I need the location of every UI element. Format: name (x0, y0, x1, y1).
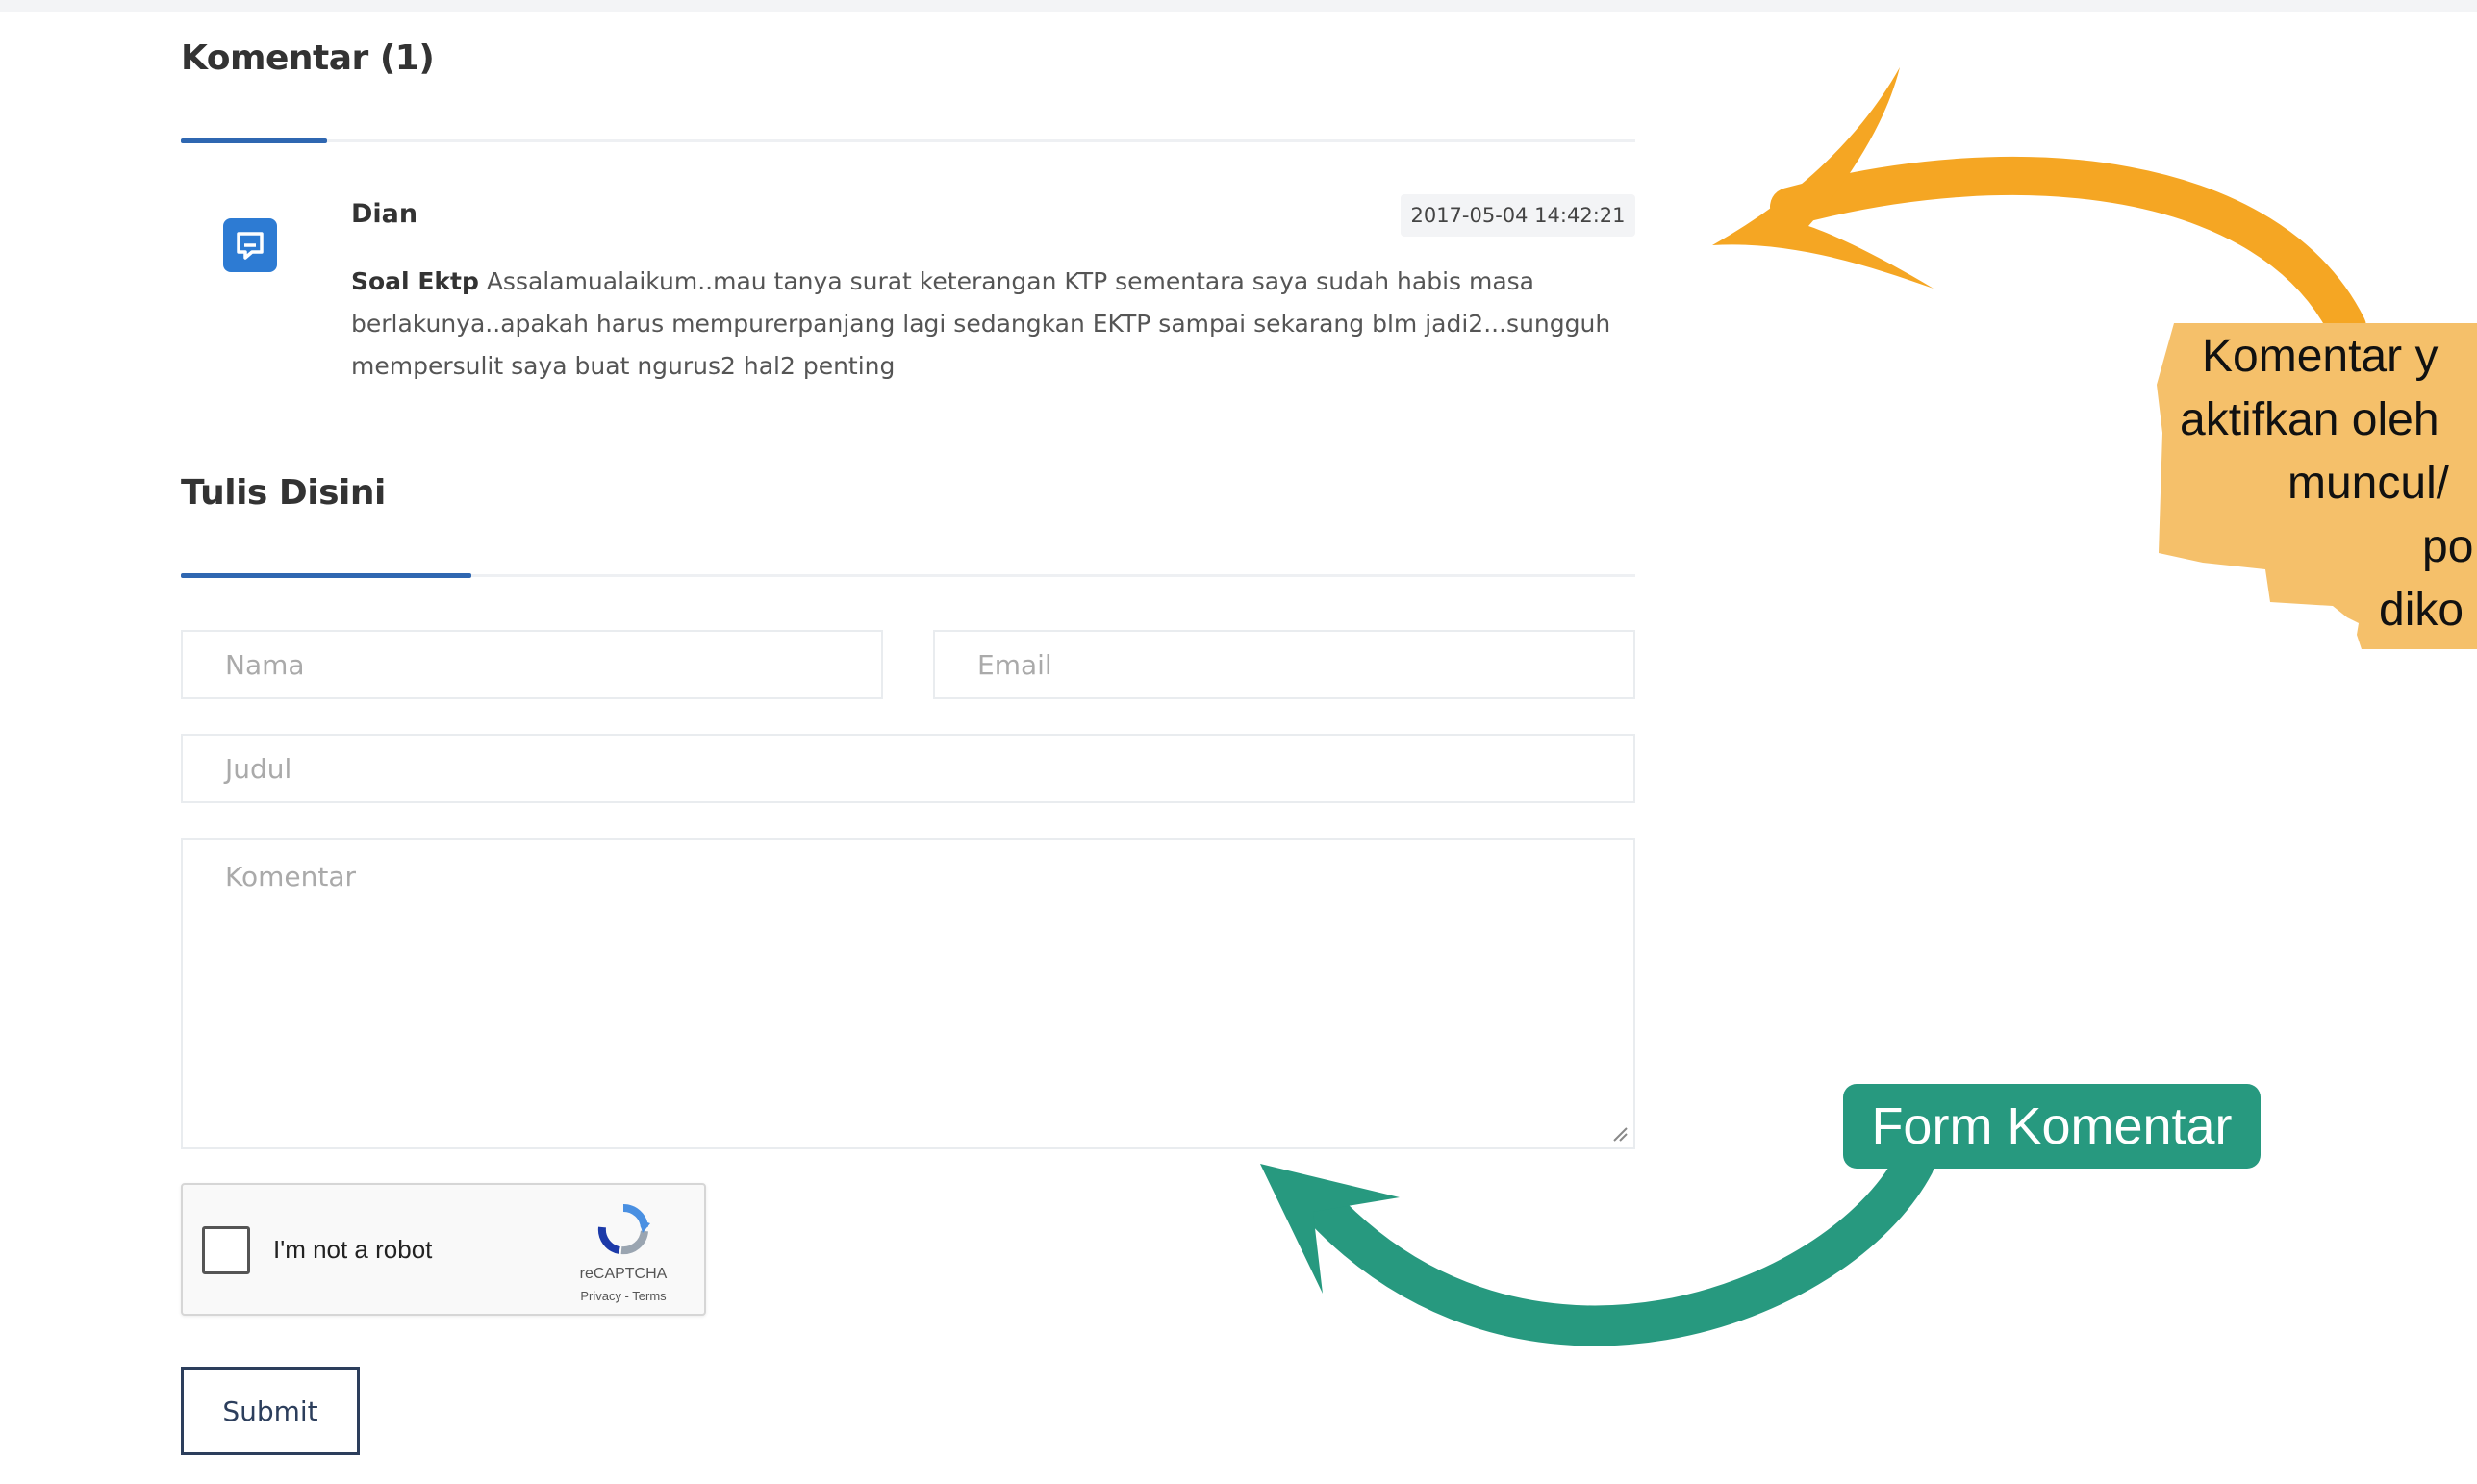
form-komentar-label: Form Komentar (1843, 1084, 2261, 1169)
orange-note-line-5: diko (2379, 585, 2464, 636)
orange-note-line-4: po (2422, 521, 2474, 572)
orange-note-line-3: muncul/ (2287, 458, 2450, 509)
annotation-arrows (1260, 67, 2366, 1346)
orange-note-line-2: aktifkan oleh (2180, 394, 2439, 445)
orange-note-line-1: Komentar y (2202, 331, 2439, 382)
teal-arrow (1298, 1144, 1934, 1346)
orange-arrow (1770, 156, 2366, 346)
